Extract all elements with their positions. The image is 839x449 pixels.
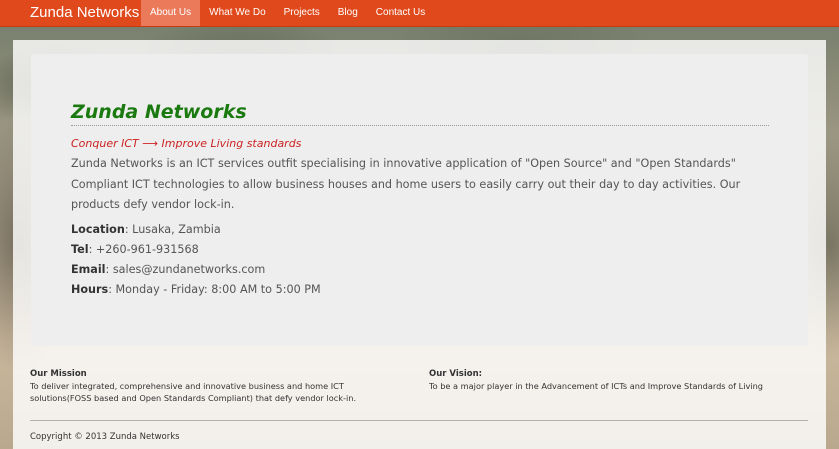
hours-value: : Monday - Friday: 8:00 AM to 5:00 PM <box>108 283 321 296</box>
location-value: : Lusaka, Zambia <box>124 223 221 236</box>
brand-link[interactable]: Zunda Networks <box>30 3 139 23</box>
location-label: Location <box>71 223 125 236</box>
copyright: Copyright © 2013 Zunda Networks <box>30 432 180 442</box>
hero-unit: Zunda Networks Conquer ICT ⟶ Improve Liv… <box>31 54 808 346</box>
vision-text: To be a major player in the Advancement … <box>429 381 763 391</box>
nav-item-projects[interactable]: Projects <box>275 0 329 26</box>
nav-item-blog[interactable]: Blog <box>329 0 367 26</box>
hours-line: Hours: Monday - Friday: 8:00 AM to 5:00 … <box>71 282 571 298</box>
hours-label: Hours <box>71 283 109 296</box>
tel-line: Tel: +260-961-931568 <box>71 242 571 258</box>
location-line: Location: Lusaka, Zambia <box>71 222 571 238</box>
footer-divider <box>30 420 808 421</box>
nav-item-contact-us[interactable]: Contact Us <box>367 0 434 26</box>
nav-menu: About Us What We Do Projects Blog Contac… <box>141 0 434 26</box>
email-line: Email: sales@zundanetworks.com <box>71 262 571 278</box>
nav-item-what-we-do[interactable]: What We Do <box>200 0 275 26</box>
top-navbar: Zunda Networks About Us What We Do Proje… <box>0 0 839 27</box>
tagline: Conquer ICT ⟶ Improve Living standards <box>71 137 302 150</box>
page-title: Zunda Networks <box>71 99 769 126</box>
mission-text: To deliver integrated, comprehensive and… <box>30 381 357 403</box>
nav-item-about-us[interactable]: About Us <box>141 0 201 26</box>
mission-heading: Our Mission <box>30 369 87 379</box>
email-value: : sales@zundanetworks.com <box>105 263 266 276</box>
vision-section: Our Vision: To be a major player in the … <box>429 368 809 392</box>
tel-label: Tel <box>71 243 89 256</box>
mission-section: Our Mission To deliver integrated, compr… <box>30 368 390 404</box>
tel-value: : +260-961-931568 <box>88 243 199 256</box>
company-description: Zunda Networks is an ICT services outfit… <box>71 157 741 211</box>
vision-heading: Our Vision: <box>429 369 483 379</box>
email-label: Email <box>71 263 106 276</box>
